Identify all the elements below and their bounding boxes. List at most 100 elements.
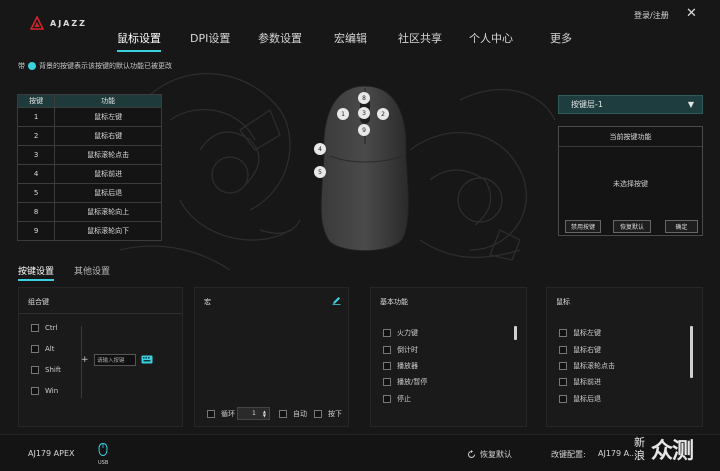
table-row[interactable]: 1 鼠标左键 (16, 107, 162, 127)
tab-more[interactable]: 更多 (550, 30, 572, 48)
tab-key-settings[interactable]: 按键设置 (18, 264, 55, 281)
mouse-button-2[interactable]: 2 (377, 108, 389, 120)
press-label: 按下 (328, 410, 342, 418)
sub-tabs: 按键设置 其他设置 (18, 264, 110, 281)
auto-checkbox-row[interactable]: 自动 (279, 409, 307, 419)
svg-text:2: 2 (381, 111, 385, 118)
mouse-button-9[interactable]: 9 (358, 124, 370, 136)
list-item[interactable]: 鼠标右键 (559, 345, 601, 355)
ctrl-label: Ctrl (45, 324, 58, 332)
item-label: 鼠标右键 (573, 346, 601, 354)
table-row[interactable]: 9 鼠标滚轮向下 (16, 221, 162, 241)
key-cell: 8 (16, 202, 56, 222)
logo-text: AJAZZ (50, 18, 87, 28)
item-checkbox[interactable] (383, 362, 391, 370)
item-checkbox[interactable] (559, 346, 567, 354)
item-checkbox[interactable] (383, 378, 391, 386)
mouse-function-scrollbar[interactable] (690, 326, 693, 378)
item-checkbox[interactable] (383, 395, 391, 403)
confirm-button[interactable]: 确定 (665, 220, 698, 233)
column-header-key: 按键 (16, 94, 56, 108)
restore-icon (468, 450, 475, 458)
item-checkbox[interactable] (559, 362, 567, 370)
sina-watermark: 新浪 众测 (634, 426, 720, 471)
tab-community-share[interactable]: 社区共享 (398, 30, 442, 48)
item-checkbox[interactable] (383, 346, 391, 354)
item-label: 停止 (397, 395, 411, 403)
key-cell: 4 (16, 164, 56, 184)
table-header-row: 按键 功能 (16, 94, 162, 108)
key-layer-dropdown[interactable]: 按键层-1 ▼ (558, 95, 703, 114)
alt-checkbox[interactable] (31, 345, 39, 353)
list-item[interactable]: 鼠标滚轮点击 (559, 361, 615, 371)
usb-label: USB (98, 460, 109, 466)
item-checkbox[interactable] (383, 329, 391, 337)
table-row[interactable]: 2 鼠标右键 (16, 126, 162, 146)
loop-label: 循环 (221, 410, 235, 418)
list-item[interactable]: 播放器 (383, 361, 418, 371)
table-row[interactable]: 5 鼠标后退 (16, 183, 162, 203)
key-function-table: 按键 功能 1 鼠标左键 2 鼠标右键 3 鼠标滚轮点击 4 鼠标前进 5 鼠标后退 8鼠… (16, 94, 162, 241)
loop-count-spinner[interactable]: 1 ▲ ▼ (237, 407, 270, 420)
function-cell: 鼠标后退 (54, 183, 162, 203)
basic-function-scrollbar[interactable] (514, 326, 517, 340)
disable-key-button[interactable]: 禁用按键 (565, 220, 601, 233)
svg-text:4: 4 (318, 146, 322, 153)
mouse-button-5[interactable]: 5 (314, 166, 326, 178)
tab-mouse-settings[interactable]: 鼠标设置 (117, 30, 161, 52)
win-label: Win (45, 387, 59, 395)
pencil-icon[interactable] (332, 296, 341, 305)
shift-checkbox[interactable] (31, 366, 39, 374)
shift-checkbox-row[interactable]: Shift (31, 366, 61, 374)
tab-macro-editor[interactable]: 宏编辑 (334, 30, 367, 48)
tab-parameter-settings[interactable]: 参数设置 (258, 30, 302, 48)
list-item[interactable]: 播放/暂停 (383, 377, 427, 387)
list-item[interactable]: 鼠标后退 (559, 394, 601, 404)
alt-checkbox-row[interactable]: Alt (31, 345, 54, 353)
table-row[interactable]: 4 鼠标前进 (16, 164, 162, 184)
login-register-link[interactable]: 登录/注册 (634, 10, 669, 21)
basic-function-panel: 基本功能 火力键 倒计时 播放器 播放/暂停 停止 (370, 287, 527, 427)
ctrl-checkbox[interactable] (31, 324, 39, 332)
tab-dpi-settings[interactable]: DPI设置 (190, 30, 230, 48)
spinner-arrows-icon[interactable]: ▲ ▼ (263, 409, 266, 418)
list-item[interactable]: 停止 (383, 394, 411, 404)
current-function-title: 当前按键功能 (559, 127, 702, 147)
list-item[interactable]: 鼠标左键 (559, 328, 601, 338)
mouse-button-1[interactable]: 1 (337, 108, 349, 120)
auto-checkbox[interactable] (279, 410, 287, 418)
item-label: 倒计时 (397, 346, 418, 354)
mouse-button-8[interactable]: 8 (358, 92, 370, 104)
table-row[interactable]: 3 鼠标滚轮点击 (16, 145, 162, 165)
no-key-selected-text: 未选择按键 (613, 180, 648, 188)
close-icon[interactable]: ✕ (686, 6, 697, 21)
ctrl-checkbox-row[interactable]: Ctrl (31, 324, 57, 332)
item-checkbox[interactable] (559, 395, 567, 403)
keyboard-icon[interactable] (141, 355, 153, 364)
modified-key-hint: 带 背景的按键表示该按键的默认功能已被更改 (18, 61, 172, 71)
list-item[interactable]: 鼠标前进 (559, 377, 601, 387)
list-item[interactable]: 倒计时 (383, 345, 418, 355)
macro-title: 宏 (204, 298, 211, 306)
mouse-button-3[interactable]: 3 (358, 107, 370, 119)
key-config-value[interactable]: AJ179 A... (598, 449, 637, 458)
function-cell: 鼠标滚轮向下 (54, 221, 162, 241)
tab-other-settings[interactable]: 其他设置 (74, 264, 110, 277)
press-checkbox-row[interactable]: 按下 (314, 409, 342, 419)
item-checkbox[interactable] (559, 378, 567, 386)
list-item[interactable]: 火力键 (383, 328, 418, 338)
item-checkbox[interactable] (559, 329, 567, 337)
tab-personal-center[interactable]: 个人中心 (469, 30, 513, 48)
restore-default-button[interactable]: 恢复默认 (613, 220, 651, 233)
mouse-button-4[interactable]: 4 (314, 143, 326, 155)
win-checkbox-row[interactable]: Win (31, 387, 58, 395)
press-checkbox[interactable] (314, 410, 322, 418)
item-label: 鼠标左键 (573, 329, 601, 337)
cyan-dot-icon (28, 62, 36, 70)
loop-checkbox[interactable] (207, 410, 215, 418)
combo-key-input[interactable]: 请输入按键 (94, 354, 136, 366)
win-checkbox[interactable] (31, 387, 39, 395)
table-row[interactable]: 8 鼠标滚轮向上 (16, 202, 162, 222)
loop-checkbox-row[interactable]: 循环 (207, 409, 235, 419)
restore-default-link[interactable]: 恢复默认 (467, 449, 512, 460)
